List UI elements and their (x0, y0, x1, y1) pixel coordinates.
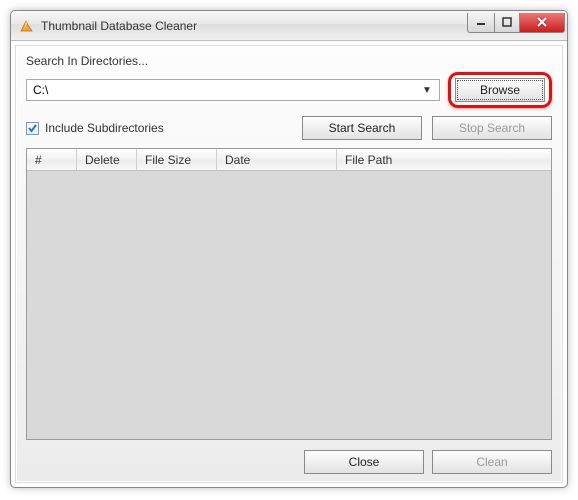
col-filesize[interactable]: File Size (137, 149, 217, 170)
window-title: Thumbnail Database Cleaner (41, 19, 468, 33)
col-delete[interactable]: Delete (77, 149, 137, 170)
include-subdirs-label: Include Subdirectories (45, 121, 164, 135)
start-search-button[interactable]: Start Search (302, 116, 422, 140)
options-row: Include Subdirectories Start Search Stop… (26, 116, 552, 140)
stop-search-button[interactable]: Stop Search (432, 116, 552, 140)
col-filepath[interactable]: File Path (337, 149, 551, 170)
col-date[interactable]: Date (217, 149, 337, 170)
checkbox-box (26, 122, 39, 135)
table-body (27, 171, 551, 439)
directory-combo-value: C:\ (33, 83, 419, 97)
directory-combo[interactable]: C:\ ▼ (26, 79, 440, 101)
footer-row: Close Clean (26, 450, 552, 474)
col-index[interactable]: # (27, 149, 77, 170)
app-window: Thumbnail Database Cleaner Search In Dir… (10, 10, 568, 488)
table-header: # Delete File Size Date File Path (27, 149, 551, 171)
client-area: Search In Directories... C:\ ▼ Browse In… (15, 45, 563, 483)
titlebar: Thumbnail Database Cleaner (11, 11, 567, 41)
chevron-down-icon: ▼ (419, 85, 435, 96)
results-table: # Delete File Size Date File Path (26, 148, 552, 440)
include-subdirs-checkbox[interactable]: Include Subdirectories (26, 121, 292, 135)
window-controls (468, 13, 565, 33)
browse-button[interactable]: Browse (455, 78, 545, 102)
clean-button[interactable]: Clean (432, 450, 552, 474)
close-window-button[interactable] (519, 13, 565, 33)
app-icon (19, 18, 35, 34)
path-row: C:\ ▼ Browse (26, 72, 552, 108)
maximize-button[interactable] (494, 13, 520, 33)
close-button[interactable]: Close (304, 450, 424, 474)
browse-highlight: Browse (448, 72, 552, 108)
search-section-label: Search In Directories... (26, 54, 552, 68)
minimize-button[interactable] (467, 13, 495, 33)
